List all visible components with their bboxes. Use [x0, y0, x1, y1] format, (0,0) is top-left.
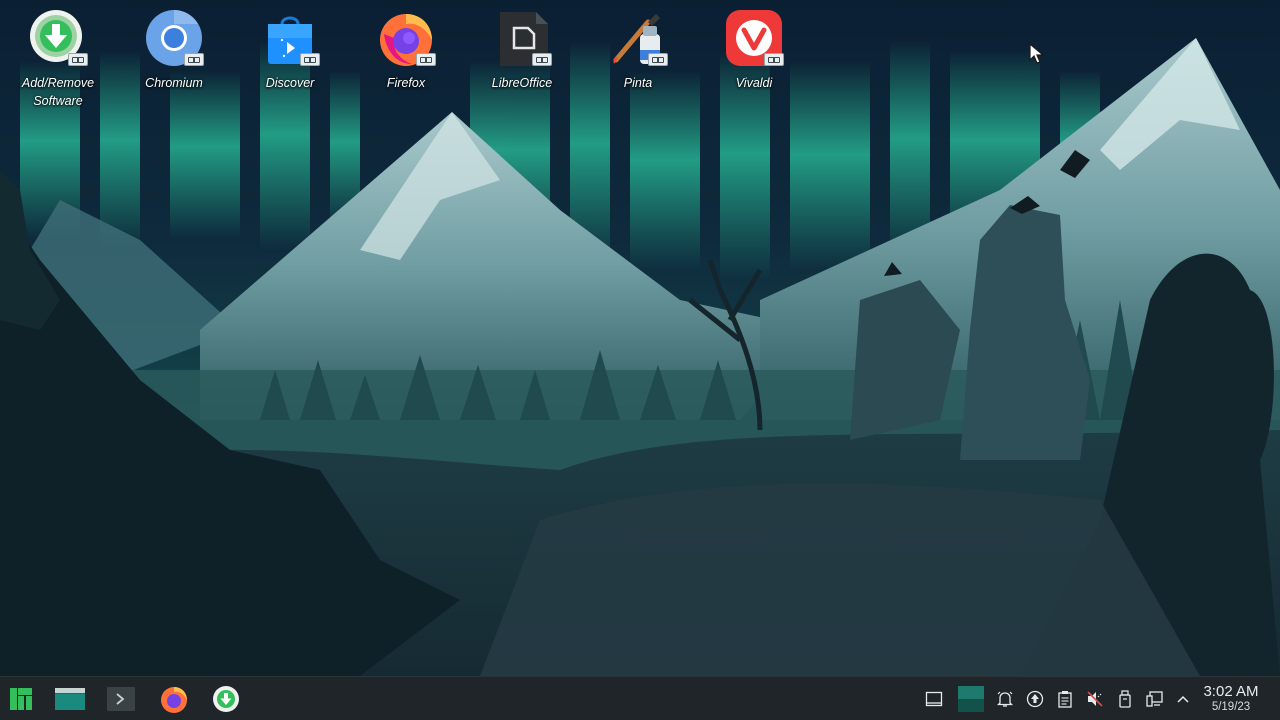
desktop-icon-libreoffice[interactable]: LibreOffice	[472, 8, 572, 92]
desktop-icon-vivaldi[interactable]: Vivaldi	[704, 8, 804, 92]
desktop-icon-label: LibreOffice	[491, 76, 553, 90]
manjaro-menu-icon	[9, 687, 33, 711]
desktop-icon-pinta[interactable]: Pinta	[588, 8, 688, 92]
notifications-button[interactable]	[994, 688, 1016, 710]
add-remove-software-icon	[28, 8, 88, 68]
desktop-icon-label: Firefox	[386, 76, 426, 90]
shortcut-badge-icon	[532, 53, 552, 66]
clipboard-icon	[1058, 691, 1072, 708]
pinta-icon	[608, 8, 668, 68]
network-button[interactable]	[1144, 688, 1166, 710]
updates-button[interactable]	[1024, 688, 1046, 710]
volume-button[interactable]	[1084, 688, 1106, 710]
desktop-icon-discover[interactable]: Discover	[240, 8, 340, 92]
taskbar: 3:02 AM 5/19/23	[0, 676, 1280, 720]
desktop-icon-label: Discover	[265, 76, 315, 90]
shortcut-badge-icon	[648, 53, 668, 66]
mouse-cursor-icon	[1029, 43, 1045, 64]
libreoffice-icon	[492, 8, 552, 68]
firefox-launcher[interactable]	[157, 683, 191, 715]
shortcut-badge-icon	[764, 53, 784, 66]
show-desktop-button[interactable]	[923, 688, 945, 710]
clock-date: 5/19/23	[1211, 701, 1251, 713]
clock-time: 3:02 AM	[1203, 683, 1259, 700]
discover-icon	[260, 8, 320, 68]
expand-system-tray-button[interactable]	[1172, 688, 1194, 710]
add-remove-software-launcher[interactable]	[209, 683, 243, 715]
shortcut-badge-icon	[68, 53, 88, 66]
pager-icon	[958, 686, 984, 712]
file-manager-icon	[55, 688, 85, 710]
desktop-icon-firefox[interactable]: Firefox	[356, 8, 456, 92]
firefox-icon	[376, 8, 436, 68]
desktop-icon-add-remove-software[interactable]: Add/Remove Software	[8, 8, 108, 110]
show-desktop-icon	[925, 691, 943, 707]
shortcut-badge-icon	[184, 53, 204, 66]
desktop-icon-label: Chromium	[145, 76, 203, 90]
shortcut-badge-icon	[416, 53, 436, 66]
file-manager-launcher[interactable]	[53, 683, 87, 715]
desktop-icon-label: Add/Remove Software	[21, 76, 95, 108]
expand-tray-icon	[1177, 695, 1189, 703]
volume-muted-icon	[1087, 691, 1103, 707]
usb-device-button[interactable]	[1114, 688, 1136, 710]
updates-icon	[1026, 690, 1044, 708]
network-wired-icon	[1146, 691, 1163, 707]
desktop-icon-chromium[interactable]: Chromium	[124, 8, 224, 92]
terminal-icon	[107, 687, 135, 711]
virtual-desktop-pager[interactable]	[957, 685, 985, 713]
desktop-icon-label: Pinta	[623, 76, 653, 90]
wallpaper	[0, 0, 1280, 676]
terminal-launcher[interactable]	[104, 683, 138, 715]
desktop[interactable]: Add/Remove Software Chromium Discover Fi…	[0, 0, 1280, 676]
chromium-icon	[144, 8, 204, 68]
notifications-icon	[996, 691, 1014, 707]
vivaldi-icon	[724, 8, 784, 68]
digital-clock[interactable]: 3:02 AM 5/19/23	[1196, 683, 1266, 714]
desktop-icon-label: Vivaldi	[735, 76, 773, 90]
firefox-icon	[161, 687, 187, 713]
add-remove-software-icon	[213, 686, 239, 712]
clipboard-button[interactable]	[1054, 688, 1076, 710]
application-menu-button[interactable]	[4, 683, 38, 715]
shortcut-badge-icon	[300, 53, 320, 66]
usb-device-icon	[1119, 690, 1131, 708]
